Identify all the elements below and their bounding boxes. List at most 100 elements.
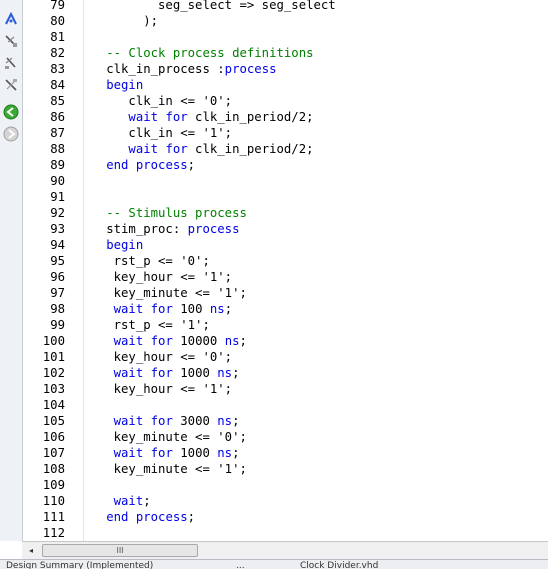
- line-number: 103: [42, 382, 65, 396]
- code-text: key_hour <= '0';: [84, 350, 233, 364]
- line-number: 88: [50, 142, 65, 156]
- code-line[interactable]: wait;: [84, 493, 151, 509]
- line-number: 93: [50, 222, 65, 236]
- code-keyword: wait: [113, 494, 144, 508]
- scrollbar-thumb[interactable]: III: [42, 544, 198, 557]
- line-number: 102: [42, 366, 65, 380]
- line-number: 79: [50, 0, 65, 12]
- code-line[interactable]: wait for clk_in_period/2;: [84, 141, 313, 157]
- code-text: key_hour <= '1';: [84, 382, 233, 396]
- code-text: ;: [187, 510, 196, 524]
- code-line[interactable]: rst_p <= '1';: [84, 317, 210, 333]
- code-text: ;: [232, 366, 240, 380]
- line-number: 85: [50, 94, 65, 108]
- code-editor[interactable]: seg_select => seg_select ); -- Clock pro…: [84, 0, 548, 541]
- code-line[interactable]: wait for 3000 ns;: [84, 413, 240, 429]
- line-number: 100: [42, 334, 65, 348]
- code-line[interactable]: end process;: [84, 509, 195, 525]
- line-number: 97: [50, 286, 65, 300]
- code-keyword: wait for: [113, 334, 173, 348]
- outdent-icon[interactable]: [2, 54, 20, 72]
- code-keyword: ns: [209, 302, 225, 316]
- pin-icon[interactable]: [2, 10, 20, 28]
- code-comment: -- Stimulus process: [84, 206, 247, 220]
- code-keyword: wait for: [113, 302, 173, 316]
- line-number: 80: [50, 14, 65, 28]
- line-number: 91: [50, 190, 65, 204]
- code-text: 1000: [172, 366, 218, 380]
- code-keyword: end process: [106, 158, 188, 172]
- code-line[interactable]: wait for 100 ns;: [84, 301, 232, 317]
- code-keyword: begin: [106, 238, 144, 252]
- code-line[interactable]: key_minute <= '1';: [84, 461, 247, 477]
- line-number: 104: [42, 398, 65, 412]
- line-number: 110: [42, 494, 65, 508]
- code-keyword: end process: [106, 510, 188, 524]
- horizontal-scrollbar[interactable]: ◂ III: [22, 541, 548, 559]
- code-line[interactable]: begin: [84, 237, 143, 253]
- code-text: ;: [143, 494, 151, 508]
- code-line[interactable]: end process;: [84, 157, 195, 173]
- code-line[interactable]: clk_in <= '0';: [84, 93, 232, 109]
- code-line[interactable]: key_hour <= '0';: [84, 349, 232, 365]
- line-number: 83: [50, 62, 65, 76]
- code-text: 100: [172, 302, 210, 316]
- go-forward-icon[interactable]: [2, 125, 20, 143]
- code-line[interactable]: wait for clk_in_period/2;: [84, 109, 313, 125]
- code-text: ;: [232, 414, 240, 428]
- line-number: 98: [50, 302, 65, 316]
- code-text: 1000: [172, 446, 218, 460]
- line-number: 96: [50, 270, 65, 284]
- code-text: key_minute <= '1';: [84, 286, 247, 300]
- code-line[interactable]: wait for 1000 ns;: [84, 365, 240, 381]
- code-keyword: ns: [217, 366, 233, 380]
- code-line[interactable]: -- Clock process definitions: [84, 45, 314, 61]
- code-line[interactable]: stim_proc: process: [84, 221, 239, 237]
- line-number: 108: [42, 462, 65, 476]
- line-number: 82: [50, 46, 65, 60]
- code-keyword: wait for: [113, 366, 173, 380]
- code-line[interactable]: key_minute <= '0';: [84, 429, 247, 445]
- code-text: key_minute <= '1';: [84, 462, 247, 476]
- code-line[interactable]: key_hour <= '1';: [84, 381, 232, 397]
- code-text: ;: [187, 158, 196, 172]
- code-text: ;: [239, 334, 247, 348]
- code-keyword: ns: [224, 334, 240, 348]
- code-line[interactable]: seg_select => seg_select: [84, 0, 336, 13]
- code-line[interactable]: clk_in <= '1';: [84, 125, 232, 141]
- code-keyword: begin: [106, 78, 144, 92]
- line-number: 94: [50, 238, 65, 252]
- indent-icon[interactable]: [2, 32, 20, 50]
- line-number: 111: [42, 510, 65, 524]
- code-line[interactable]: wait for 10000 ns;: [84, 333, 247, 349]
- code-comment: -- Clock process definitions: [84, 46, 314, 60]
- scroll-left-icon[interactable]: ◂: [26, 545, 36, 555]
- code-text: 3000: [172, 414, 218, 428]
- code-text: rst_p <= '0';: [84, 254, 210, 268]
- code-text: rst_p <= '1';: [84, 318, 210, 332]
- line-number: 90: [50, 174, 65, 188]
- code-line[interactable]: rst_p <= '0';: [84, 253, 210, 269]
- code-keyword: process: [224, 62, 277, 76]
- code-text: clk_in <= '0';: [84, 94, 233, 108]
- code-text: seg_select => seg_select: [84, 0, 336, 12]
- code-line[interactable]: begin: [84, 77, 143, 93]
- line-number: 95: [50, 254, 65, 268]
- code-line[interactable]: -- Stimulus process: [84, 205, 247, 221]
- line-number: 106: [42, 430, 65, 444]
- code-keyword: ns: [217, 446, 233, 460]
- code-text: key_hour <= '1';: [84, 270, 233, 284]
- code-line[interactable]: key_hour <= '1';: [84, 269, 232, 285]
- code-line[interactable]: wait for 1000 ns;: [84, 445, 240, 461]
- code-line[interactable]: );: [84, 13, 158, 29]
- code-line[interactable]: clk_in_process :process: [84, 61, 277, 77]
- code-text: stim_proc:: [84, 222, 188, 236]
- go-back-icon[interactable]: [2, 103, 20, 121]
- code-line[interactable]: key_minute <= '1';: [84, 285, 247, 301]
- code-keyword: wait for: [128, 110, 188, 124]
- comment-icon[interactable]: [2, 76, 20, 94]
